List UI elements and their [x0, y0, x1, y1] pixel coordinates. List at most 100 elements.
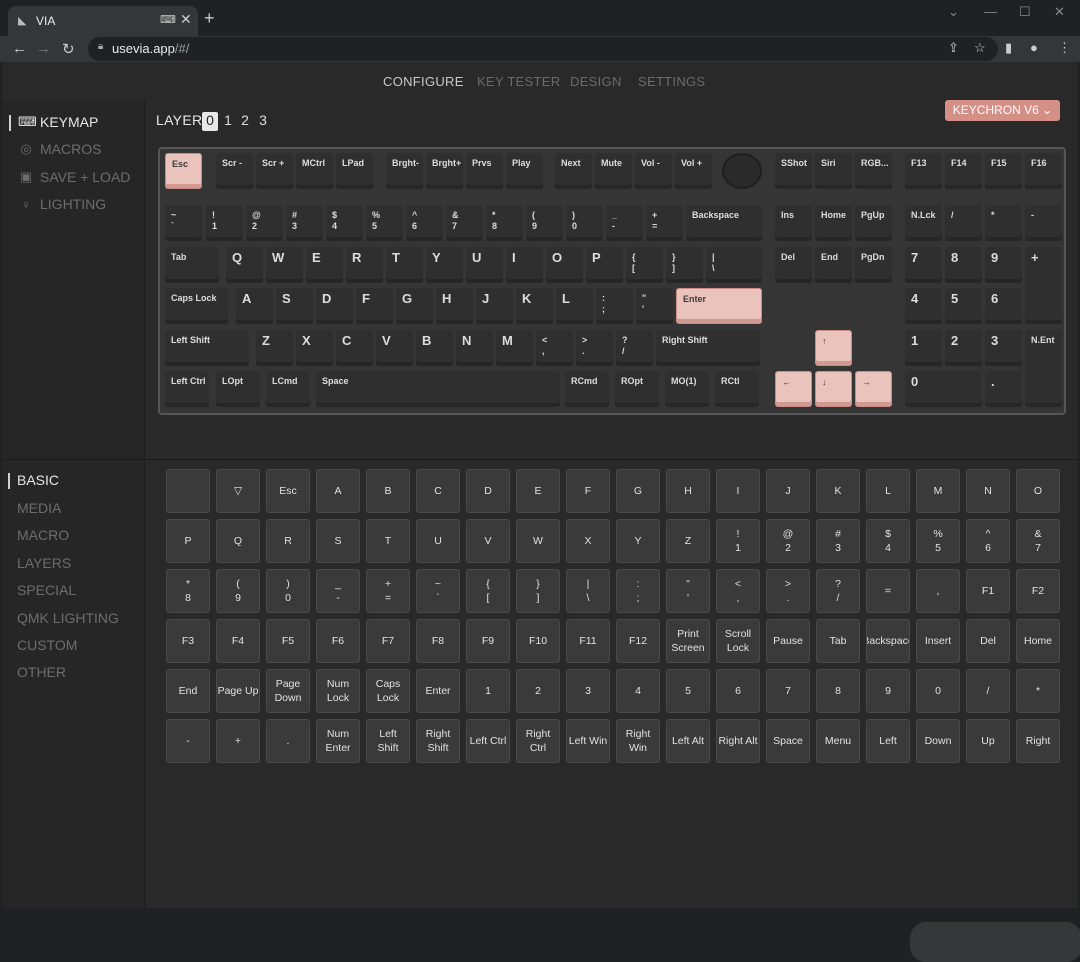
keycode-button[interactable]: J: [766, 469, 810, 513]
keycode-button[interactable]: | \: [566, 569, 610, 613]
keyboard-key[interactable]: ! 1: [206, 205, 243, 241]
keycode-button[interactable]: F11: [566, 619, 610, 663]
keycode-button[interactable]: =: [866, 569, 910, 613]
keyboard-key[interactable]: 9: [985, 247, 1022, 283]
keyboard-key[interactable]: Ins: [775, 205, 812, 241]
keycode-button[interactable]: H: [666, 469, 710, 513]
maximize-icon[interactable]: ☐: [1019, 4, 1031, 20]
keyboard-key[interactable]: +: [1025, 247, 1062, 324]
keyboard-key[interactable]: C: [336, 330, 373, 366]
close-window-icon[interactable]: ✕: [1054, 4, 1065, 20]
keycode-button[interactable]: 4: [616, 669, 660, 713]
rotary-knob[interactable]: [722, 153, 762, 189]
keyboard-key[interactable]: RCtl: [715, 371, 759, 407]
keycode-button[interactable]: Page Up: [216, 669, 260, 713]
keycode-button[interactable]: R: [266, 519, 310, 563]
keyboard-key[interactable]: Scr +: [256, 153, 293, 189]
keycode-button[interactable]: 0: [916, 669, 960, 713]
keyboard-key[interactable]: F15: [985, 153, 1022, 189]
keycode-button[interactable]: : ;: [616, 569, 660, 613]
keycode-button[interactable]: Tab: [816, 619, 860, 663]
keycode-button[interactable]: End: [166, 669, 210, 713]
keycode-button[interactable]: Num Lock: [316, 669, 360, 713]
back-icon[interactable]: ←: [12, 40, 27, 57]
keycode-button[interactable]: G: [616, 469, 660, 513]
keycode-button[interactable]: F4: [216, 619, 260, 663]
keycode-button[interactable]: C: [416, 469, 460, 513]
keycode-button[interactable]: Del: [966, 619, 1010, 663]
keyboard-key[interactable]: P: [586, 247, 623, 283]
keycode-button[interactable]: $ 4: [866, 519, 910, 563]
keyboard-key[interactable]: Y: [426, 247, 463, 283]
keycode-button[interactable]: W: [516, 519, 560, 563]
sidebar-item-lighting[interactable]: ♀ LIGHTING: [18, 196, 106, 212]
keyboard-key[interactable]: F: [356, 288, 393, 324]
keyboard-key[interactable]: 7: [905, 247, 942, 283]
layer-3-button[interactable]: 3: [255, 112, 271, 131]
category-special[interactable]: SPECIAL: [17, 582, 76, 598]
keycode-button[interactable]: 9: [866, 669, 910, 713]
keycode-button[interactable]: F5: [266, 619, 310, 663]
keyboard-key[interactable]: .: [985, 371, 1022, 407]
keycode-button[interactable]: Left: [866, 719, 910, 763]
category-layers[interactable]: LAYERS: [17, 555, 71, 571]
keycode-button[interactable]: ▽: [216, 469, 260, 513]
keyboard-key[interactable]: Brght-: [386, 153, 423, 189]
keyboard-key[interactable]: /: [945, 205, 982, 241]
keycode-button[interactable]: M: [916, 469, 960, 513]
keyboard-key[interactable]: O: [546, 247, 583, 283]
keyboard-key[interactable]: W: [266, 247, 303, 283]
keyboard-key[interactable]: Esc: [165, 153, 202, 189]
sidebar-item-keymap[interactable]: ⌨ KEYMAP: [9, 114, 98, 131]
keyboard-key[interactable]: I: [506, 247, 543, 283]
layer-1-button[interactable]: 1: [220, 112, 236, 131]
keyboard-key[interactable]: -: [1025, 205, 1062, 241]
keyboard-key[interactable]: X: [296, 330, 333, 366]
keycode-button[interactable]: @ 2: [766, 519, 810, 563]
keyboard-key[interactable]: 4: [905, 288, 942, 324]
keyboard-key[interactable]: 8: [945, 247, 982, 283]
keyboard-selector[interactable]: KEYCHRON V6 ⌄: [945, 100, 1060, 121]
keyboard-key[interactable]: | \: [706, 247, 762, 283]
keycode-button[interactable]: V: [466, 519, 510, 563]
keycode-button[interactable]: Page Down: [266, 669, 310, 713]
keyboard-key[interactable]: SShot: [775, 153, 812, 189]
keycode-button[interactable]: Home: [1016, 619, 1060, 663]
keycode-button[interactable]: Left Shift: [366, 719, 410, 763]
keyboard-key[interactable]: Left Ctrl: [165, 371, 209, 407]
keycode-button[interactable]: ,: [916, 569, 960, 613]
layer-0-button[interactable]: 0: [202, 112, 218, 131]
keyboard-key[interactable]: * 8: [486, 205, 523, 241]
keycode-button[interactable]: # 3: [816, 519, 860, 563]
keyboard-key[interactable]: V: [376, 330, 413, 366]
keycode-button[interactable]: F10: [516, 619, 560, 663]
keyboard-key[interactable]: *: [985, 205, 1022, 241]
keycode-button[interactable]: F2: [1016, 569, 1060, 613]
keycode-button[interactable]: + =: [366, 569, 410, 613]
keyboard-key[interactable]: T: [386, 247, 423, 283]
keyboard-key[interactable]: MCtrl: [296, 153, 333, 189]
keyboard-key[interactable]: Siri: [815, 153, 852, 189]
keycode-button[interactable]: D: [466, 469, 510, 513]
keycode-button[interactable]: I: [716, 469, 760, 513]
keycode-button[interactable]: > .: [766, 569, 810, 613]
browser-tab[interactable]: ◣ VIA ⌨ ✕: [8, 6, 198, 36]
keyboard-key[interactable]: 0: [905, 371, 982, 407]
category-media[interactable]: MEDIA: [17, 500, 61, 516]
keycode-button[interactable]: F12: [616, 619, 660, 663]
keycode-button[interactable]: *: [1016, 669, 1060, 713]
keycode-button[interactable]: % 5: [916, 519, 960, 563]
keycode-button[interactable]: 6: [716, 669, 760, 713]
keycode-button[interactable]: Right Shift: [416, 719, 460, 763]
keycode-button[interactable]: 1: [466, 669, 510, 713]
keyboard-key[interactable]: Prvs: [466, 153, 503, 189]
category-other[interactable]: OTHER: [17, 664, 66, 680]
keyboard-key[interactable]: 3: [985, 330, 1022, 366]
keycode-button[interactable]: P: [166, 519, 210, 563]
keycode-button[interactable]: [166, 469, 210, 513]
keyboard-key[interactable]: { [: [626, 247, 663, 283]
tab-design[interactable]: DESIGN: [570, 74, 622, 89]
keycode-button[interactable]: Menu: [816, 719, 860, 763]
keycode-button[interactable]: L: [866, 469, 910, 513]
keyboard-key[interactable]: 2: [945, 330, 982, 366]
